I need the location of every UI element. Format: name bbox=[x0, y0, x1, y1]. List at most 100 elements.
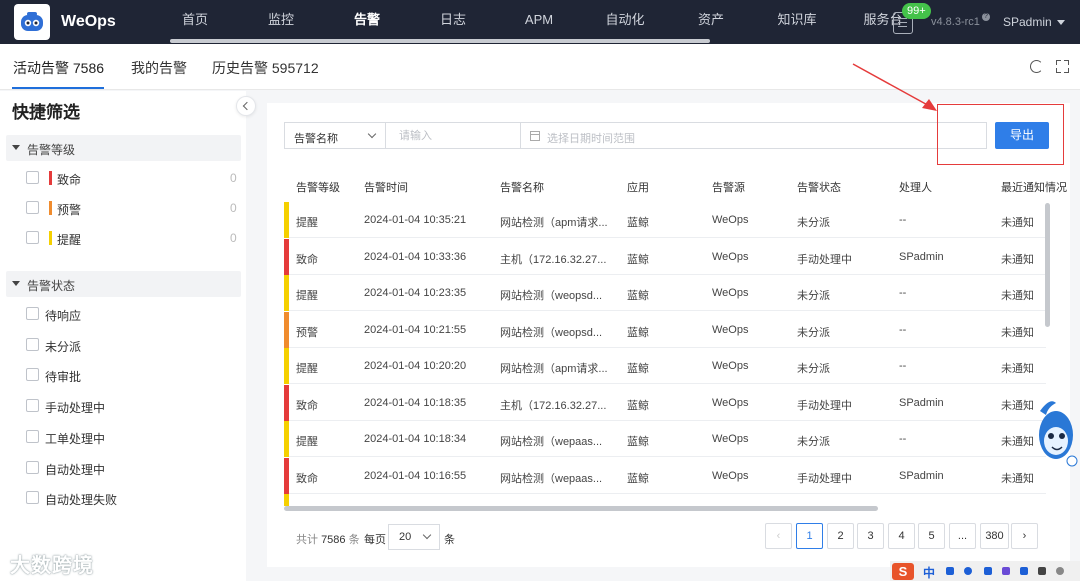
column-header[interactable]: 告警状态 bbox=[797, 179, 841, 195]
status-label: 未分派 bbox=[45, 339, 82, 354]
table-row[interactable]: 预警 2024-01-04 10:21:55 网站检测（weopsd... 蓝鲸 WeO… bbox=[284, 311, 1046, 348]
cell-source: WeOps bbox=[712, 360, 749, 372]
table-row[interactable]: 提醒 2024-01-04 10:18:34 网站检测（wepaas... 蓝鲸 WeO… bbox=[284, 421, 1046, 457]
cell-source: WeOps bbox=[712, 287, 749, 299]
level-indicator bbox=[284, 457, 289, 494]
column-header[interactable]: 告警时间 bbox=[364, 179, 408, 195]
toolbox-icon[interactable] bbox=[1020, 567, 1028, 575]
nav-scrollbar[interactable] bbox=[170, 39, 710, 43]
checkbox[interactable] bbox=[26, 429, 39, 443]
table-row[interactable]: 致命 2024-01-04 10:18:35 主机（172.16.32.27... 蓝… bbox=[284, 384, 1046, 421]
column-header[interactable]: 处理人 bbox=[899, 179, 932, 195]
cell-notice: 未通知 bbox=[1001, 326, 1034, 339]
table-row[interactable]: 提醒 2024-01-04 10:35:21 网站检测（apm请求... 蓝鲸 WeOp… bbox=[284, 202, 1046, 238]
date-range-picker[interactable]: 选择日期时间范围 bbox=[520, 122, 987, 149]
checkbox[interactable] bbox=[26, 491, 39, 505]
nav-item-1[interactable]: 监控 bbox=[238, 0, 324, 44]
column-header[interactable]: 告警源 bbox=[712, 179, 745, 195]
table-row[interactable]: 致命 2024-01-04 10:16:55 网站检测（wepaas... 蓝鲸 WeO… bbox=[284, 457, 1046, 494]
per-page-suffix: 条 bbox=[444, 534, 455, 546]
status-label: 自动处理失败 bbox=[45, 493, 118, 508]
weops-logo[interactable] bbox=[14, 4, 50, 40]
table-horizontal-scrollbar[interactable] bbox=[284, 506, 878, 511]
level-label: 致命 bbox=[57, 173, 82, 187]
cell-notice: 未通知 bbox=[1001, 217, 1034, 229]
nav-item-0[interactable]: 首页 bbox=[152, 0, 238, 44]
help-icon[interactable]: ? bbox=[982, 13, 990, 21]
column-header[interactable]: 最近通知情况 bbox=[1001, 179, 1067, 195]
cell-status: 未分派 bbox=[797, 363, 830, 375]
cell-handler: SPadmin bbox=[899, 469, 944, 482]
caret-down-icon bbox=[12, 145, 20, 150]
assistant-mascot-icon[interactable] bbox=[1032, 397, 1078, 467]
tab-history-alerts[interactable]: 历史告警 595712 bbox=[212, 58, 319, 78]
table-row[interactable]: 提醒 2024-01-04 10:20:20 网站检测（apm请求... 蓝鲸 WeOp… bbox=[284, 348, 1046, 384]
checkbox[interactable] bbox=[26, 337, 39, 351]
cell-time: 2024-01-04 10:21:55 bbox=[364, 323, 467, 336]
column-header[interactable]: 应用 bbox=[627, 179, 649, 195]
table-row[interactable]: 致命 2024-01-04 10:33:36 主机（172.16.32.27... 蓝… bbox=[284, 238, 1046, 275]
fullscreen-icon[interactable] bbox=[1056, 60, 1069, 73]
filter-field-select[interactable]: 告警名称 bbox=[284, 122, 386, 149]
checkbox[interactable] bbox=[26, 460, 39, 474]
prev-page-button[interactable]: ‹ bbox=[765, 523, 792, 549]
nav-item-7[interactable]: 知识库 bbox=[754, 0, 840, 44]
nav-item-4[interactable]: APM bbox=[496, 0, 582, 44]
tab-my-alerts[interactable]: 我的告警 bbox=[131, 58, 187, 78]
checkbox[interactable] bbox=[26, 201, 39, 214]
column-header[interactable]: 告警等级 bbox=[296, 179, 340, 195]
level-label: 提醒 bbox=[57, 233, 82, 247]
caret-down-icon[interactable] bbox=[1057, 20, 1065, 25]
user-menu[interactable]: SPadmin bbox=[1003, 15, 1052, 29]
skin-icon[interactable] bbox=[1002, 567, 1010, 575]
grid-icon[interactable] bbox=[1038, 567, 1046, 575]
gear-icon[interactable] bbox=[1056, 567, 1064, 575]
page-button[interactable]: 3 bbox=[857, 523, 884, 549]
checkbox[interactable] bbox=[26, 307, 39, 320]
page-button[interactable]: ... bbox=[949, 523, 976, 549]
cell-handler: -- bbox=[899, 214, 907, 226]
checkbox[interactable] bbox=[26, 231, 39, 244]
microphone-icon[interactable] bbox=[964, 567, 972, 575]
refresh-icon[interactable] bbox=[1030, 60, 1043, 73]
page-button[interactable]: 380 bbox=[980, 523, 1009, 549]
cell-notice: 未通知 bbox=[1001, 363, 1034, 375]
checkbox[interactable] bbox=[26, 399, 39, 413]
nav-item-3[interactable]: 日志 bbox=[410, 0, 496, 44]
checkbox[interactable] bbox=[26, 368, 39, 382]
page-button[interactable]: 2 bbox=[827, 523, 854, 549]
keyboard-icon[interactable] bbox=[984, 567, 992, 575]
brand-name: WeOps bbox=[61, 13, 116, 30]
ime-punct-icon[interactable] bbox=[946, 567, 954, 575]
table-row[interactable] bbox=[284, 494, 1046, 506]
table-vertical-scrollbar[interactable] bbox=[1045, 203, 1050, 327]
status-group-header[interactable]: 告警状态 bbox=[6, 271, 241, 297]
nav-item-5[interactable]: 自动化 bbox=[582, 0, 668, 44]
highlight-box bbox=[937, 104, 1064, 165]
table-row[interactable]: 提醒 2024-01-04 10:23:35 网站检测（weopsd... 蓝鲸 WeO… bbox=[284, 275, 1046, 311]
ime-language[interactable]: 中 bbox=[923, 564, 935, 581]
page-button[interactable]: 5 bbox=[918, 523, 945, 549]
page-button[interactable]: 4 bbox=[888, 523, 915, 549]
keyword-input[interactable] bbox=[385, 122, 521, 149]
cell-name: 主机（172.16.32.27... bbox=[500, 253, 607, 266]
page-button[interactable]: 1 bbox=[796, 523, 823, 549]
cell-status: 手动处理中 bbox=[797, 472, 852, 485]
checkbox[interactable] bbox=[26, 171, 39, 184]
tab-active-alerts[interactable]: 活动告警 7586 bbox=[13, 58, 104, 78]
column-header[interactable]: 告警名称 bbox=[500, 179, 544, 195]
cell-status: 手动处理中 bbox=[797, 253, 852, 266]
level-group-header[interactable]: 告警等级 bbox=[6, 135, 241, 161]
status-label: 待响应 bbox=[45, 309, 82, 323]
sidebar-collapse-button[interactable] bbox=[236, 96, 256, 116]
ime-logo[interactable]: S bbox=[892, 563, 914, 580]
cell-level: 提醒 bbox=[296, 363, 318, 375]
cell-notice: 未通知 bbox=[1001, 290, 1034, 302]
nav-item-6[interactable]: 资产 bbox=[668, 0, 754, 44]
level-indicator bbox=[284, 238, 289, 275]
nav-item-2[interactable]: 告警 bbox=[324, 0, 410, 44]
next-page-button[interactable]: › bbox=[1011, 523, 1038, 549]
level-count: 0 bbox=[230, 171, 237, 185]
per-page-select[interactable]: 20 bbox=[388, 524, 440, 550]
level-count: 0 bbox=[230, 231, 237, 245]
